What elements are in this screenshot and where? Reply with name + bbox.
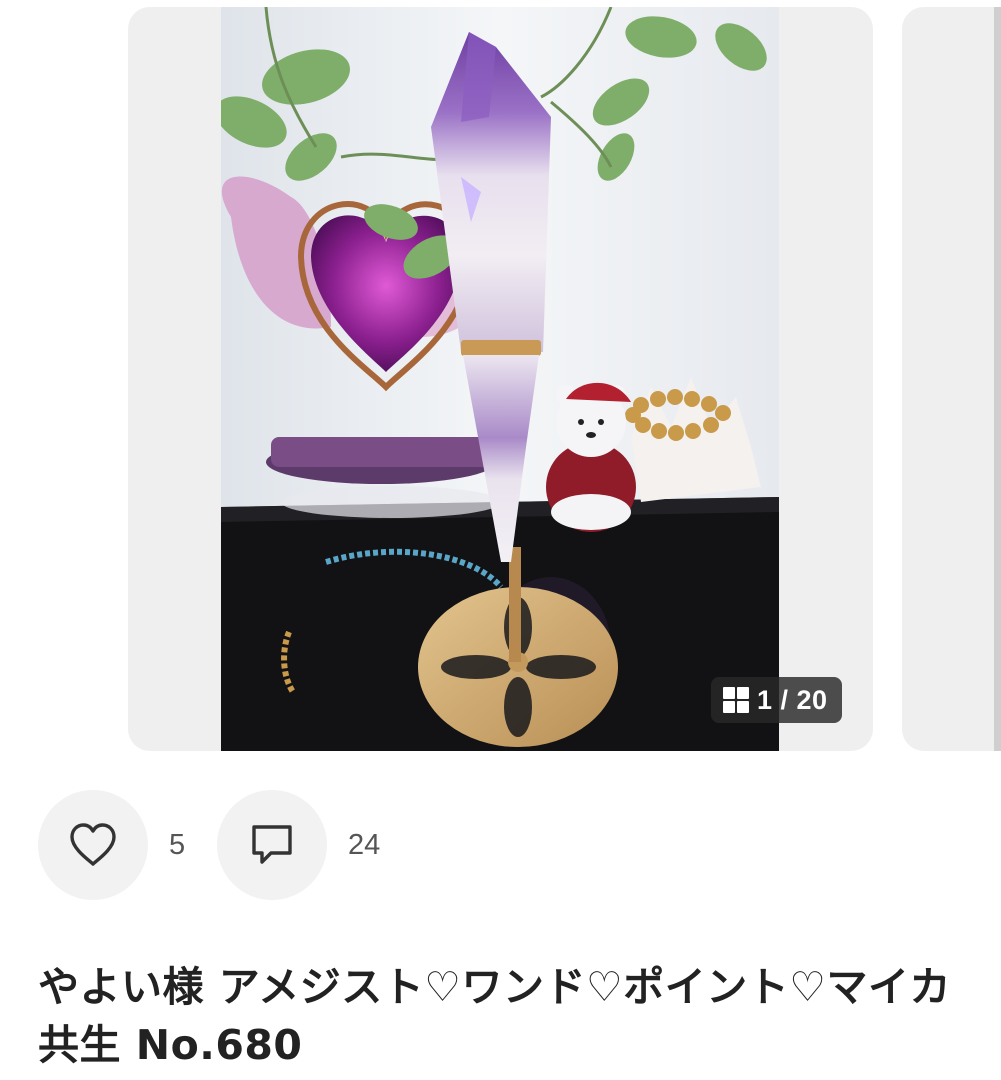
heart-outline-icon xyxy=(70,823,116,866)
product-photo-illustration xyxy=(221,7,779,751)
speech-bubble-icon xyxy=(252,825,292,864)
item-actions: 5 24 xyxy=(38,790,380,900)
like-button[interactable] xyxy=(38,790,148,900)
image-carousel[interactable]: 1 / 20 xyxy=(0,0,1001,760)
item-title: やよい様 アメジスト♡ワンド♡ポイント♡マイカ共生 No.680 xyxy=(38,963,951,1069)
comment-count: 24 xyxy=(348,828,381,861)
carousel-slide-current[interactable]: 1 / 20 xyxy=(128,7,873,751)
comment-button[interactable] xyxy=(217,790,327,900)
like-count: 5 xyxy=(169,828,186,861)
product-photo[interactable] xyxy=(221,7,779,751)
image-counter-text: 1 / 20 xyxy=(757,684,828,715)
grid-icon xyxy=(723,687,749,713)
carousel-slide-next[interactable] xyxy=(902,7,1001,751)
image-counter[interactable]: 1 / 20 xyxy=(711,677,842,723)
next-photo-edge xyxy=(994,7,1001,751)
